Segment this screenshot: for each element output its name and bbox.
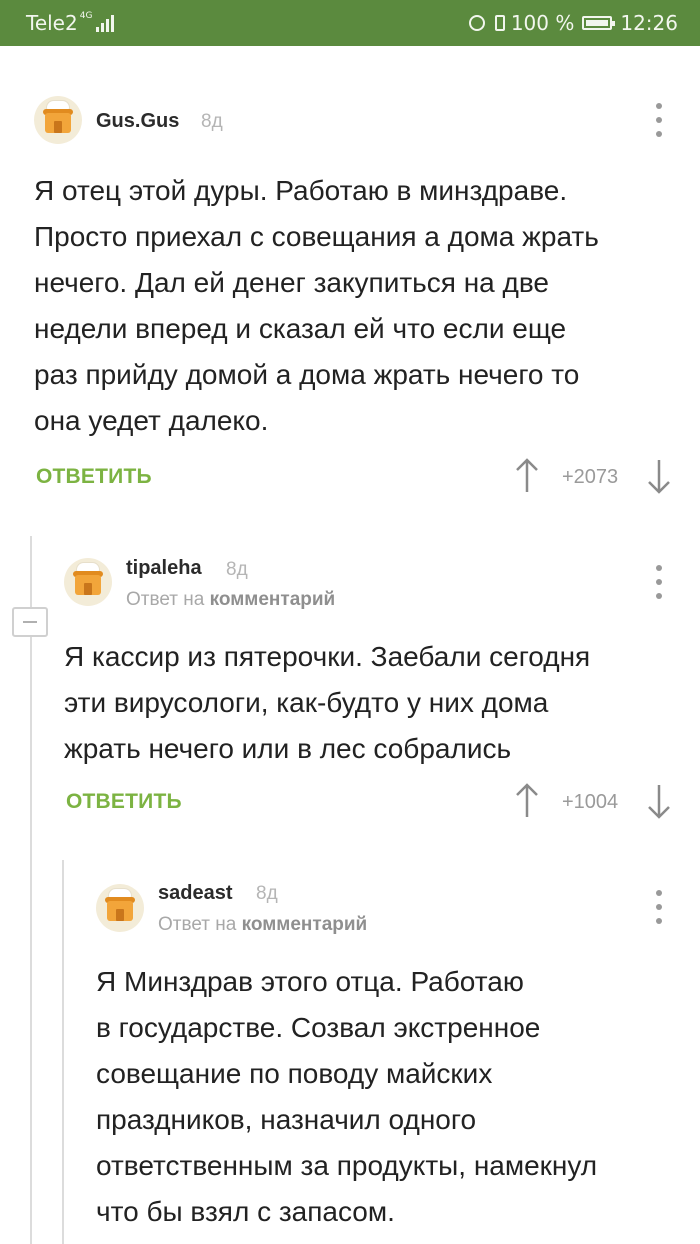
- avatar[interactable]: [96, 884, 144, 932]
- reply-to-target[interactable]: комментарий: [242, 914, 368, 935]
- more-options-icon[interactable]: [649, 890, 669, 924]
- comment-text-line: в государстве. Созвал экстренное: [96, 1012, 541, 1043]
- comment-text-line: она уедет далеко.: [34, 405, 269, 436]
- comment-text-line: нечего. Дал ей денег закупиться на две: [34, 267, 549, 298]
- comment-text-line: эти вирусологи, как-будто у них дома: [64, 687, 549, 718]
- reply-button[interactable]: ОТВЕТИТЬ: [36, 465, 152, 489]
- reply-to-prefix: Ответ на: [126, 589, 205, 610]
- status-bar: Tele2 4G 100 % 12:26: [0, 0, 700, 46]
- signal-icon: [96, 14, 115, 32]
- comment-text-line: что бы взял с запасом.: [96, 1196, 395, 1227]
- comment-time: 8д: [256, 883, 278, 904]
- comment-text: Я Минздрав этого отца. Работаю в государ…: [96, 959, 597, 1235]
- network-type: 4G: [79, 11, 93, 21]
- comment-text-line: недели вперед и сказал ей что если еще: [34, 313, 567, 344]
- more-options-icon[interactable]: [649, 103, 669, 137]
- comment-text-line: Я Минздрав этого отца. Работаю: [96, 966, 524, 997]
- reply-to-link[interactable]: Ответ на комментарий: [126, 589, 335, 611]
- comment-text-line: Я кассир из пятерочки. Заебали сегодня: [64, 641, 591, 672]
- thread-line: [30, 536, 32, 1244]
- downvote-arrow-icon[interactable]: [647, 783, 671, 819]
- upvote-arrow-icon[interactable]: [515, 783, 539, 819]
- more-options-icon[interactable]: [649, 565, 669, 599]
- battery-percent: 100 %: [510, 11, 575, 35]
- thread-line: [62, 860, 64, 1244]
- upvote-arrow-icon[interactable]: [515, 458, 539, 494]
- avatar[interactable]: [64, 558, 112, 606]
- comment-text-line: жрать нечего или в лес собрались: [64, 733, 512, 764]
- collapse-thread-button[interactable]: [12, 607, 48, 637]
- comment-text-line: ответственным за продукты, намекнул: [96, 1150, 598, 1181]
- comment-text-line: Просто приехал с совещания а дома жрать: [34, 221, 599, 252]
- comment-text: Я отец этой дуры. Работаю в минздраве. П…: [34, 168, 599, 444]
- vibrate-icon: [494, 15, 505, 31]
- comment-text-line: праздников, назначил одного: [96, 1104, 477, 1135]
- reply-to-target[interactable]: комментарий: [210, 589, 336, 610]
- comment-rating: +1004: [562, 791, 619, 813]
- comment-rating: +2073: [562, 466, 619, 488]
- clock: 12:26: [620, 11, 678, 35]
- comment-author[interactable]: sadeast: [158, 882, 233, 905]
- reply-to-prefix: Ответ на: [158, 914, 237, 935]
- comment-text-line: Я отец этой дуры. Работаю в минздраве.: [34, 175, 568, 206]
- carrier-name: Tele2: [26, 11, 78, 35]
- avatar[interactable]: [34, 96, 82, 144]
- comment-author[interactable]: tipaleha: [126, 557, 202, 580]
- reply-button[interactable]: ОТВЕТИТЬ: [66, 790, 182, 814]
- downvote-arrow-icon[interactable]: [647, 458, 671, 494]
- comment-text-line: совещание по поводу майских: [96, 1058, 493, 1089]
- battery-icon: [582, 16, 616, 30]
- comment-time: 8д: [226, 559, 248, 580]
- comment-text: Я кассир из пятерочки. Заебали сегодня э…: [64, 634, 590, 772]
- reply-to-link[interactable]: Ответ на комментарий: [158, 914, 367, 936]
- comment-author[interactable]: Gus.Gus: [96, 110, 179, 133]
- alarm-icon: [468, 15, 485, 31]
- comment-time: 8д: [201, 111, 223, 132]
- comment-text-line: раз прийду домой а дома жрать нечего то: [34, 359, 580, 390]
